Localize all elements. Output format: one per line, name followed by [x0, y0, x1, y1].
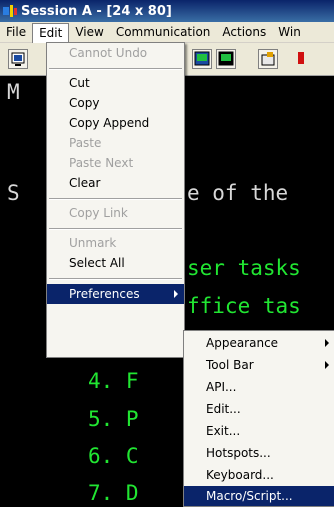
menu-file[interactable]: File: [0, 22, 32, 42]
menu-item-copy[interactable]: Copy: [47, 93, 184, 113]
submenu-item-keyboard[interactable]: Keyboard...: [184, 465, 334, 485]
terminal-line: M: [7, 80, 20, 104]
menu-item-select-all[interactable]: Select All: [47, 253, 184, 273]
window-title: Session A - [24 x 80]: [21, 3, 172, 19]
menu-item-cannot-undo: Cannot Undo: [69, 46, 148, 60]
menu-separator: [49, 278, 182, 280]
submenu-item-macro-script[interactable]: Macro/Script...: [184, 486, 334, 506]
submenu-item-edit[interactable]: Edit...: [184, 399, 334, 419]
menu-item-clear[interactable]: Clear: [47, 173, 184, 193]
title-bar: Session A - [24 x 80]: [0, 0, 334, 22]
menu-item-unmark: Unmark: [69, 236, 117, 250]
submenu-item-api[interactable]: API...: [184, 377, 334, 397]
menu-item-preferences-label: Preferences: [69, 287, 140, 301]
stop-icon[interactable]: [292, 49, 310, 69]
terminal-line: ffice tas: [187, 294, 301, 318]
edit-menu: Cannot Undo Cut Copy Copy Append Paste P…: [46, 42, 185, 358]
menu-edit[interactable]: Edit: [32, 22, 70, 43]
terminal-line: S: [7, 181, 20, 205]
submenu-item-exit[interactable]: Exit...: [184, 421, 334, 441]
terminal-line: ser tasks: [187, 256, 301, 280]
menu-window[interactable]: Win: [272, 22, 307, 42]
menu-communication[interactable]: Communication: [110, 22, 217, 42]
submenu-arrow-icon: [174, 290, 178, 298]
submenu-item-tool-bar[interactable]: Tool Bar: [184, 355, 334, 375]
submenu-item-appearance[interactable]: Appearance: [184, 333, 334, 353]
terminal-icon[interactable]: [216, 49, 236, 69]
display-icon[interactable]: [192, 49, 212, 69]
terminal-line: 5. P: [88, 407, 139, 431]
terminal-line: 6. C: [88, 444, 139, 468]
screen-icon[interactable]: [8, 49, 28, 69]
submenu-arrow-icon: [325, 361, 329, 369]
menu-actions[interactable]: Actions: [216, 22, 272, 42]
submenu-item-hotspots[interactable]: Hotspots...: [184, 443, 334, 463]
menu-item-paste-next: Paste Next: [69, 156, 134, 170]
preferences-submenu: Appearance Tool Bar API... Edit... Exit.…: [183, 330, 334, 507]
menu-item-preferences[interactable]: Preferences: [47, 284, 184, 304]
menu-separator: [49, 198, 182, 200]
macro-icon[interactable]: [258, 49, 278, 69]
submenu-arrow-icon: [325, 339, 329, 347]
menu-view[interactable]: View: [69, 22, 109, 42]
menu-item-copy-link: Copy Link: [69, 206, 128, 220]
submenu-item-tool-bar-label: Tool Bar: [206, 358, 254, 372]
terminal-line: 7. D: [88, 481, 139, 505]
menu-item-copy-append[interactable]: Copy Append: [47, 113, 184, 133]
terminal-line: e of the: [187, 181, 289, 205]
menu-separator: [49, 228, 182, 230]
menu-item-paste: Paste: [69, 136, 102, 150]
terminal-line: 4. F: [88, 369, 139, 393]
submenu-item-appearance-label: Appearance: [206, 336, 279, 350]
menu-bar: File Edit View Communication Actions Win: [0, 22, 334, 43]
session-icon: [3, 4, 17, 18]
menu-separator: [49, 68, 182, 70]
menu-item-cut[interactable]: Cut: [47, 73, 184, 93]
